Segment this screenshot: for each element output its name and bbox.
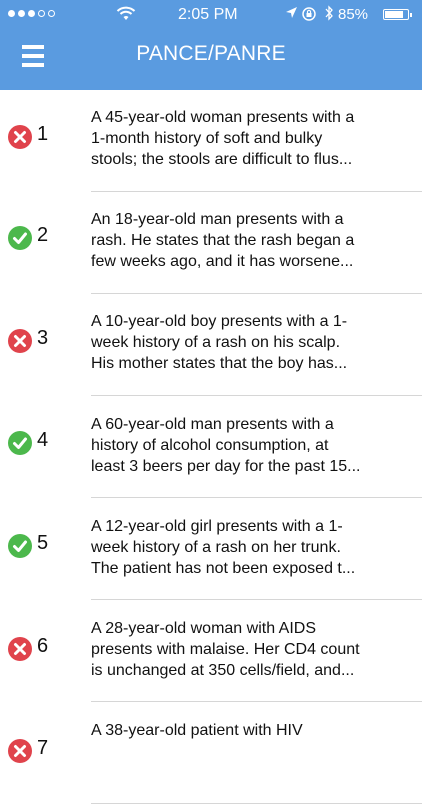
question-preview-line: few weeks ago, and it has worsene... — [91, 253, 354, 270]
question-number: 2 — [37, 224, 49, 246]
question-row[interactable]: 5 A 12-year-old girl presents with a 1- we… — [0, 498, 422, 600]
question-preview-line: A 60-year-old man presents with a — [91, 416, 334, 433]
question-preview-line: presents with malaise. Her CD4 count — [91, 641, 360, 658]
page-title: PANCE/PANRE — [136, 42, 286, 65]
app-header: 2:05 PM 85% PANCE/PANRE — [0, 0, 422, 90]
question-preview-text: A 12-year-old girl presents with a 1- wee… — [91, 516, 401, 579]
question-row[interactable]: 4 A 60-year-old man presents with a histor… — [0, 396, 422, 498]
question-preview-line: The patient has not been exposed t... — [91, 560, 356, 577]
incorrect-x-icon — [8, 637, 32, 661]
question-row[interactable]: 2 An 18-year-old man presents with a rash.… — [0, 192, 422, 294]
incorrect-x-icon — [8, 739, 32, 763]
question-number: 6 — [37, 635, 49, 657]
question-list: 1 A 45-year-old woman presents with a 1-mo… — [0, 90, 422, 804]
question-row[interactable]: 1 A 45-year-old woman presents with a 1-mo… — [0, 90, 422, 192]
question-preview-line: His mother states that the boy has... — [91, 355, 348, 372]
battery-percentage: 85% — [338, 6, 369, 23]
question-preview-line: A 45-year-old woman presents with a — [91, 109, 355, 126]
question-preview-line: A 10-year-old boy presents with a 1- — [91, 313, 348, 330]
question-number: 1 — [37, 123, 49, 145]
incorrect-x-icon — [8, 125, 32, 149]
question-preview-text: An 18-year-old man presents with a rash. … — [91, 209, 401, 272]
question-number: 5 — [37, 532, 49, 554]
question-preview-line: rash. He states that the rash began a — [91, 232, 355, 249]
question-preview-text: A 38-year-old patient with HIV — [91, 720, 401, 741]
question-number: 3 — [37, 327, 49, 349]
question-preview-text: A 28-year-old woman with AIDS presents wi… — [91, 618, 401, 681]
correct-check-icon — [8, 431, 32, 455]
question-preview-line: An 18-year-old man presents with a — [91, 211, 344, 228]
rotation-lock-icon — [302, 7, 316, 21]
question-preview-line: A 38-year-old patient with HIV — [91, 722, 303, 739]
question-preview-line: history of alcohol consumption, at — [91, 437, 329, 454]
question-number: 7 — [37, 737, 49, 759]
location-arrow-icon — [286, 7, 297, 18]
question-row[interactable]: 3 A 10-year-old boy presents with a 1- wee… — [0, 294, 422, 396]
question-preview-line: 1-month history of soft and bulky — [91, 130, 323, 147]
status-bar: 2:05 PM 85% — [0, 0, 422, 32]
question-row[interactable]: 7 A 38-year-old patient with HIV — [0, 702, 422, 804]
question-number: 4 — [37, 429, 49, 451]
question-preview-line: week history of a rash on her trunk. — [91, 539, 341, 556]
question-row[interactable]: 6 A 28-year-old woman with AIDS presents w… — [0, 600, 422, 702]
question-preview-text: A 45-year-old woman presents with a 1-mon… — [91, 107, 401, 170]
signal-strength-icon — [8, 10, 55, 17]
question-preview-line: week history of a rash on his scalp. — [91, 334, 341, 351]
incorrect-x-icon — [8, 329, 32, 353]
correct-check-icon — [8, 226, 32, 250]
status-time: 2:05 PM — [178, 6, 238, 23]
question-preview-line: is unchanged at 350 cells/field, and... — [91, 662, 355, 679]
bluetooth-icon — [325, 5, 333, 21]
question-preview-text: A 60-year-old man presents with a history… — [91, 414, 401, 477]
question-preview-line: A 28-year-old woman with AIDS — [91, 620, 316, 637]
question-preview-line: stools; the stools are difficult to flus… — [91, 151, 353, 168]
correct-check-icon — [8, 534, 32, 558]
hamburger-menu-icon[interactable] — [22, 45, 44, 67]
wifi-icon — [116, 6, 136, 20]
battery-icon — [383, 9, 412, 20]
question-preview-text: A 10-year-old boy presents with a 1- week… — [91, 311, 401, 374]
question-preview-line: A 12-year-old girl presents with a 1- — [91, 518, 343, 535]
question-preview-line: least 3 beers per day for the past 15... — [91, 458, 361, 475]
